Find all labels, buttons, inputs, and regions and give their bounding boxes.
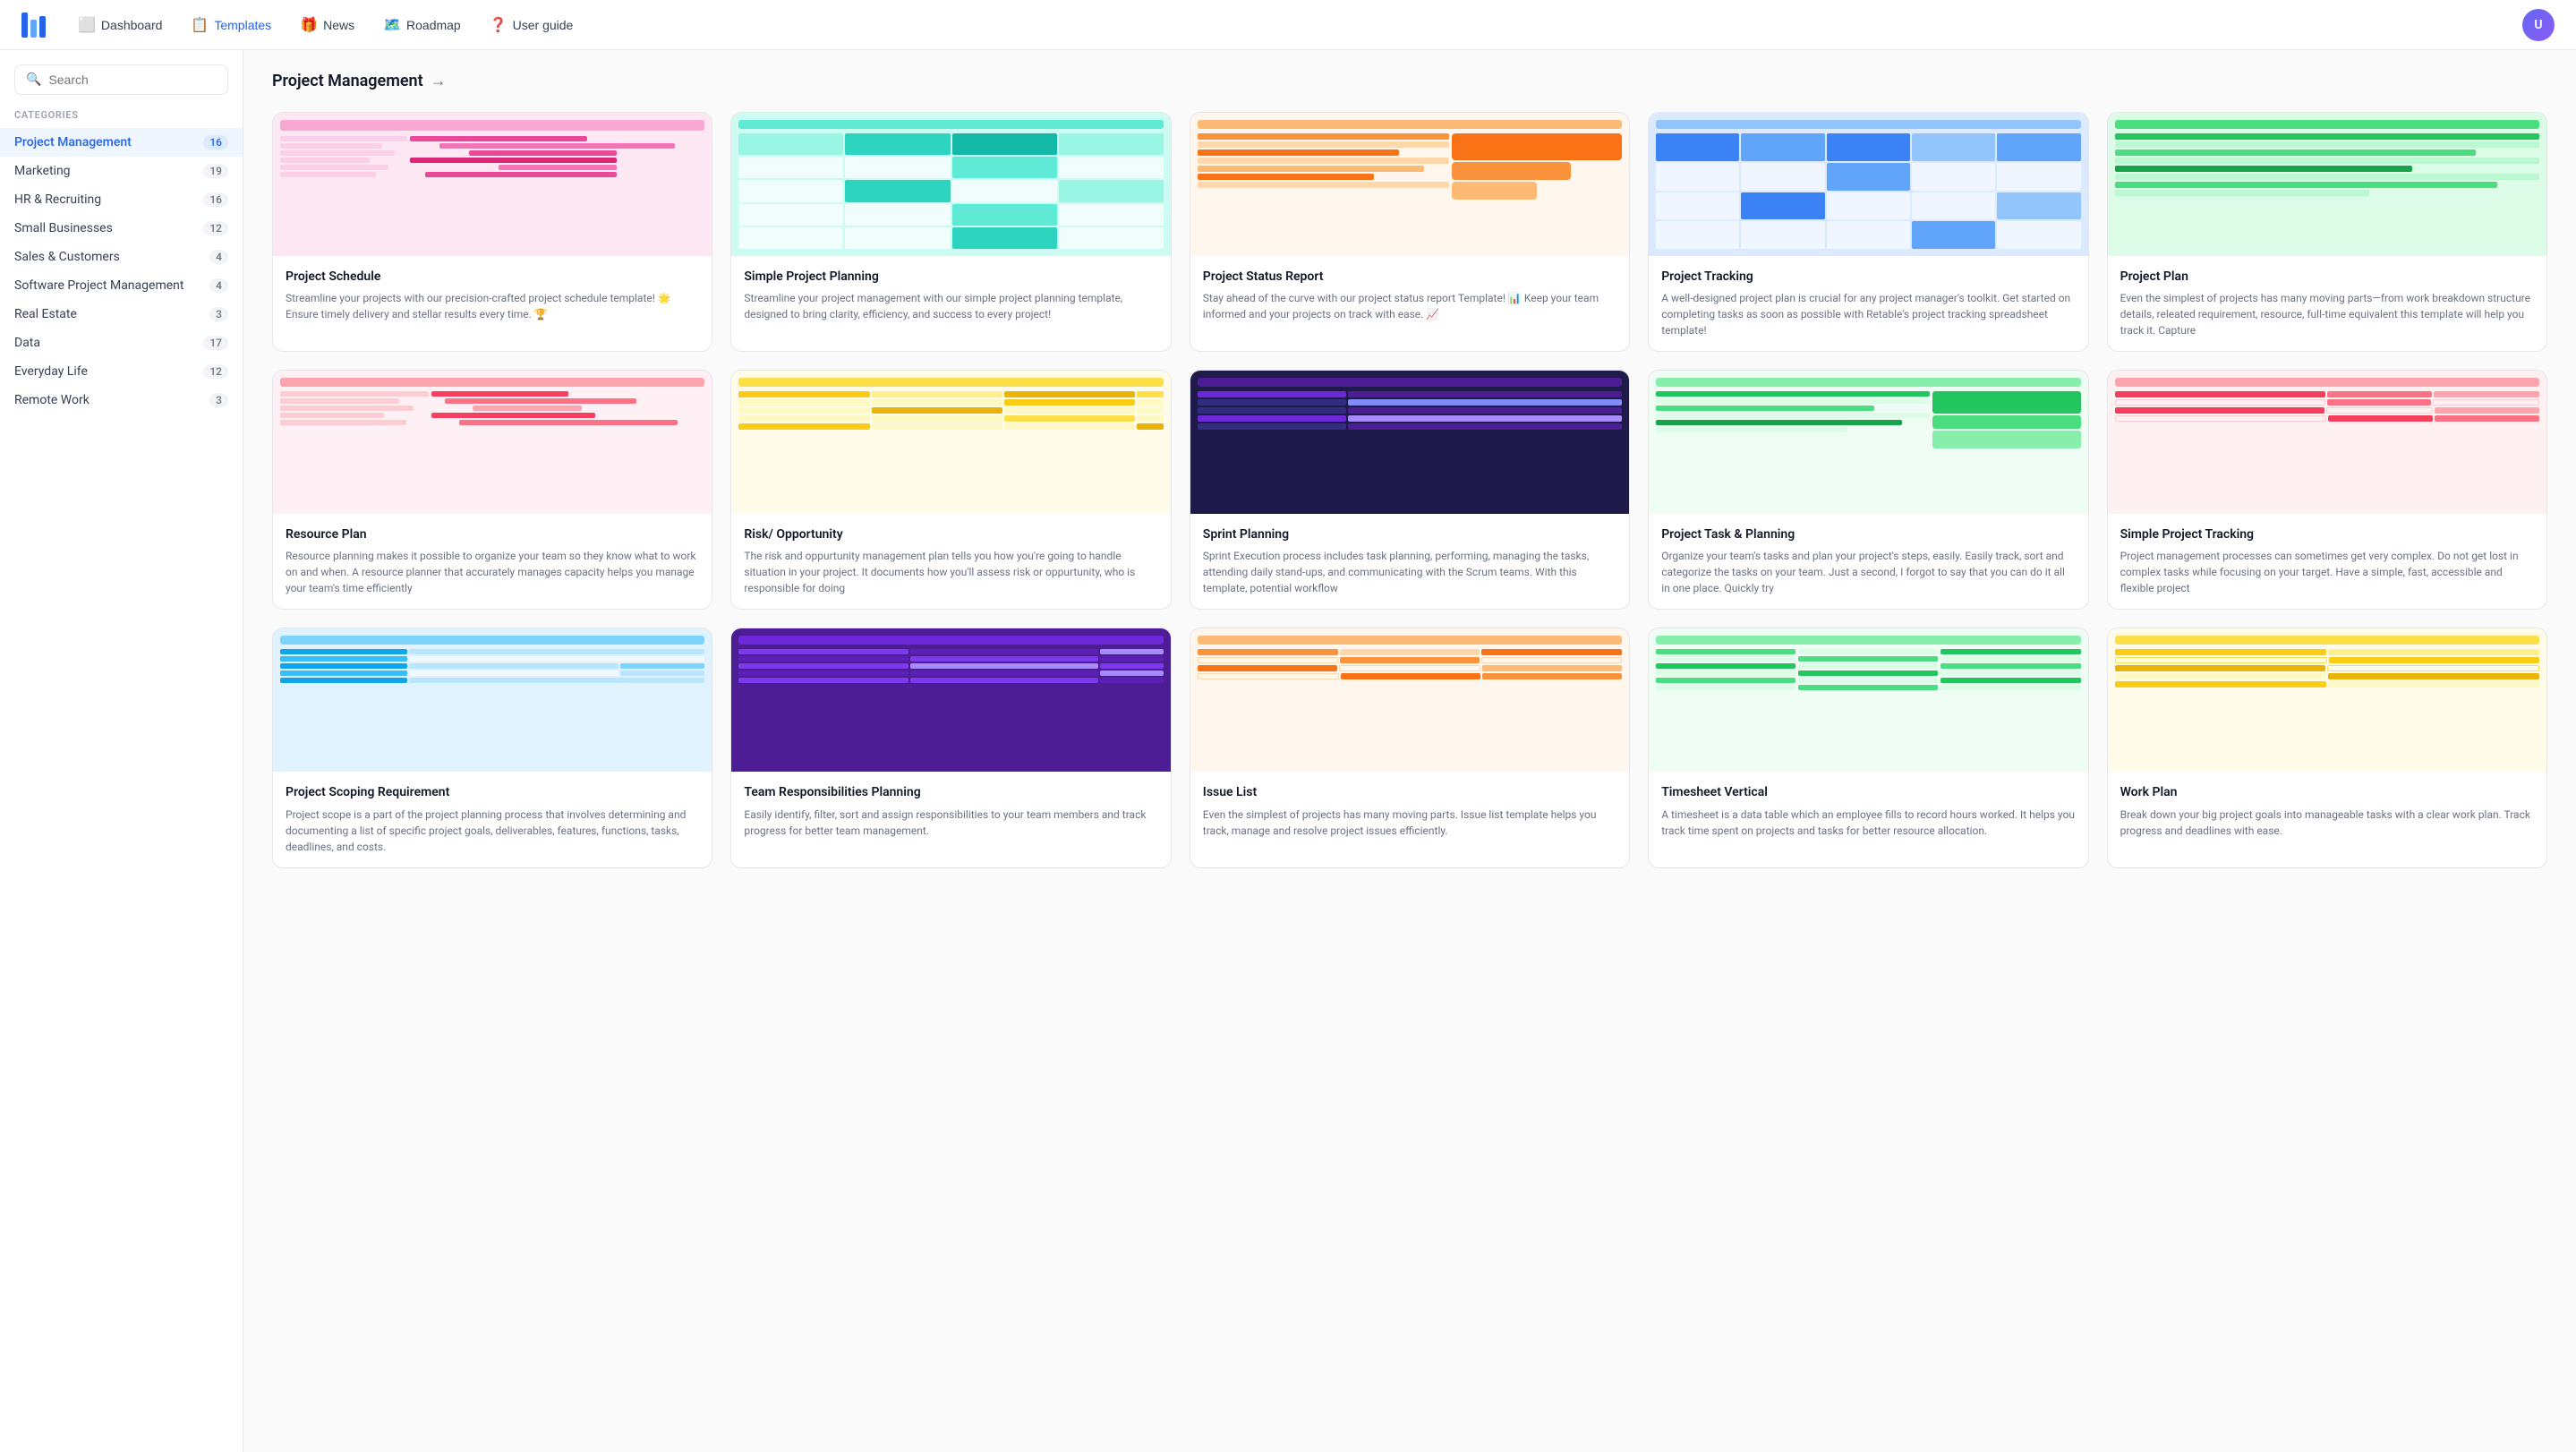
template-card-team-responsibilities-planning[interactable]: Team Responsibilities Planning Easily id…: [730, 628, 1171, 867]
template-title: Project Task & Planning: [1661, 526, 2075, 542]
template-desc: Streamline your project management with …: [744, 290, 1157, 322]
nav-dashboard[interactable]: ⬜ Dashboard: [67, 11, 173, 39]
template-card-simple-project-planning[interactable]: Simple Project Planning Streamline your …: [730, 112, 1171, 352]
nav-templates[interactable]: 📋 Templates: [180, 11, 282, 39]
template-title: Project Tracking: [1661, 269, 2075, 285]
template-card-timesheet-vertical[interactable]: Timesheet Vertical A timesheet is a data…: [1648, 628, 2088, 867]
template-card-risk-opportunity[interactable]: Risk/ Opportunity The risk and oppurtuni…: [730, 370, 1171, 610]
user-avatar[interactable]: U: [2522, 9, 2555, 41]
template-title: Simple Project Tracking: [2120, 526, 2534, 542]
template-title: Project Schedule: [286, 269, 699, 285]
template-desc: Stay ahead of the curve with our project…: [1203, 290, 1616, 322]
template-desc: A well-designed project plan is crucial …: [1661, 290, 2075, 338]
template-card-project-plan[interactable]: Project Plan Even the simplest of projec…: [2107, 112, 2547, 352]
sidebar-item-project-management[interactable]: Project Management 16: [0, 128, 243, 157]
template-desc: A timesheet is a data table which an emp…: [1661, 807, 2075, 839]
template-card-project-schedule[interactable]: Project Schedule Streamline your project…: [272, 112, 712, 352]
template-desc: Project management processes can sometim…: [2120, 548, 2534, 596]
template-title: Risk/ Opportunity: [744, 526, 1157, 542]
template-card-project-task-planning[interactable]: Project Task & Planning Organize your te…: [1648, 370, 2088, 610]
categories-label: CATEGORIES: [0, 109, 243, 121]
roadmap-icon: 🗺️: [383, 16, 401, 34]
top-navigation: ⬜ Dashboard 📋 Templates 🎁 News 🗺️ Roadma…: [0, 0, 2576, 50]
template-title: Project Plan: [2120, 269, 2534, 285]
template-desc: Break down your big project goals into m…: [2120, 807, 2534, 839]
search-input[interactable]: [48, 73, 217, 87]
sidebar-item-data[interactable]: Data 17: [0, 329, 243, 357]
sidebar: 🔍 CATEGORIES Project Management 16 Marke…: [0, 50, 243, 1452]
main-content: Project Management →: [243, 50, 2576, 1452]
template-title: Team Responsibilities Planning: [744, 784, 1157, 800]
app-logo[interactable]: [21, 13, 46, 38]
sidebar-item-real-estate[interactable]: Real Estate 3: [0, 300, 243, 329]
template-desc: The risk and oppurtunity management plan…: [744, 548, 1157, 596]
search-icon: 🔍: [26, 73, 41, 87]
template-card-project-scoping-requirement[interactable]: Project Scoping Requirement Project scop…: [272, 628, 712, 867]
nav-news[interactable]: 🎁 News: [289, 11, 365, 39]
sidebar-item-small-businesses[interactable]: Small Businesses 12: [0, 214, 243, 243]
userguide-icon: ❓: [490, 16, 508, 34]
template-title: Timesheet Vertical: [1661, 784, 2075, 800]
template-desc: Project scope is a part of the project p…: [286, 807, 699, 855]
template-desc: Streamline your projects with our precis…: [286, 290, 699, 322]
template-desc: Organize your team's tasks and plan your…: [1661, 548, 2075, 596]
sidebar-item-everyday-life[interactable]: Everyday Life 12: [0, 357, 243, 386]
sidebar-item-remote-work[interactable]: Remote Work 3: [0, 386, 243, 414]
nav-userguide[interactable]: ❓ User guide: [479, 11, 584, 39]
nav-roadmap[interactable]: 🗺️ Roadmap: [372, 11, 472, 39]
template-card-work-plan[interactable]: Work Plan Break down your big project go…: [2107, 628, 2547, 867]
template-card-simple-project-tracking[interactable]: Simple Project Tracking Project manageme…: [2107, 370, 2547, 610]
breadcrumb: Project Management →: [272, 72, 2547, 90]
template-card-issue-list[interactable]: Issue List Even the simplest of projects…: [1190, 628, 1630, 867]
template-card-sprint-planning[interactable]: Sprint Planning Sprint Execution process…: [1190, 370, 1630, 610]
template-grid: Project Schedule Streamline your project…: [272, 112, 2547, 868]
template-card-project-status-report[interactable]: Project Status Report Stay ahead of the …: [1190, 112, 1630, 352]
template-title: Work Plan: [2120, 784, 2534, 800]
search-container[interactable]: 🔍: [14, 64, 228, 95]
template-card-resource-plan[interactable]: Resource Plan Resource planning makes it…: [272, 370, 712, 610]
sidebar-item-sales-customers[interactable]: Sales & Customers 4: [0, 243, 243, 271]
sidebar-item-software-project-management[interactable]: Software Project Management 4: [0, 271, 243, 300]
dashboard-icon: ⬜: [78, 16, 96, 34]
sidebar-item-marketing[interactable]: Marketing 19: [0, 157, 243, 185]
template-desc: Even the simplest of projects has many m…: [1203, 807, 1616, 839]
template-desc: Even the simplest of projects has many m…: [2120, 290, 2534, 338]
template-title: Project Scoping Requirement: [286, 784, 699, 800]
templates-icon: 📋: [191, 16, 209, 34]
template-desc: Sprint Execution process includes task p…: [1203, 548, 1616, 596]
template-card-project-tracking[interactable]: Project Tracking A well-designed project…: [1648, 112, 2088, 352]
news-icon: 🎁: [300, 16, 318, 34]
sidebar-item-hr-recruiting[interactable]: HR & Recruiting 16: [0, 185, 243, 214]
breadcrumb-arrow: →: [431, 72, 447, 90]
template-title: Sprint Planning: [1203, 526, 1616, 542]
template-desc: Easily identify, filter, sort and assign…: [744, 807, 1157, 839]
template-desc: Resource planning makes it possible to o…: [286, 548, 699, 596]
template-title: Simple Project Planning: [744, 269, 1157, 285]
template-title: Resource Plan: [286, 526, 699, 542]
template-title: Issue List: [1203, 784, 1616, 800]
template-title: Project Status Report: [1203, 269, 1616, 285]
